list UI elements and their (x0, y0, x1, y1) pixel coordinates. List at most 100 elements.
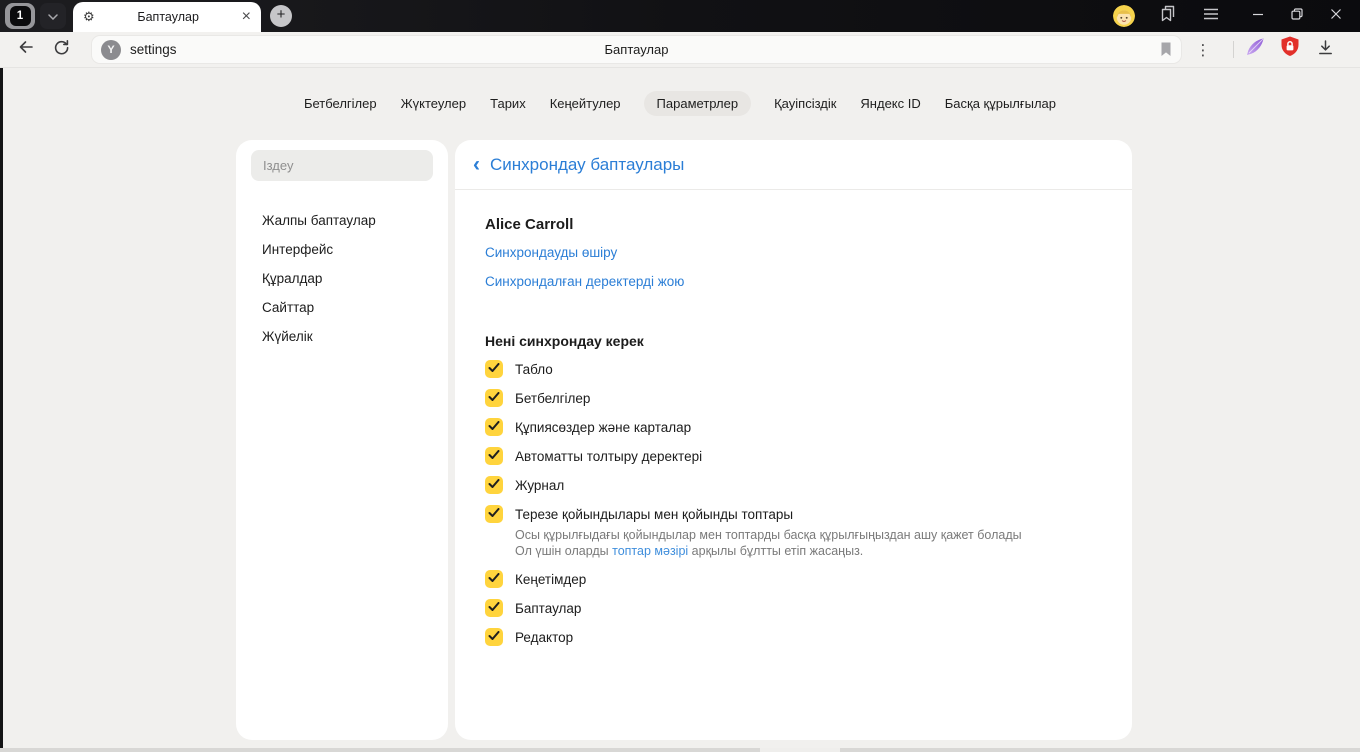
checkmark-icon (488, 505, 500, 523)
feather-icon (1244, 36, 1266, 63)
checkmark-icon (488, 599, 500, 617)
tab-groups-description: Осы құрылғыдағы қойындылар мен топтарды … (515, 527, 1102, 559)
checkbox-row-history: Журнал (485, 476, 1102, 494)
chevron-down-icon (48, 7, 58, 25)
nav-tab-yandex-id[interactable]: Яндекс ID (859, 91, 921, 116)
checkmark-icon (488, 628, 500, 646)
new-tab-button[interactable]: + (270, 5, 292, 27)
checkbox-autofill[interactable] (485, 447, 503, 465)
browser-tab-settings[interactable]: ⚙ Баптаулар × (73, 2, 261, 32)
sidebar-item-tools[interactable]: Құралдар (262, 264, 433, 293)
tab-strip: 1 ⚙ Баптаулар × + (0, 0, 1360, 32)
back-arrow-icon (17, 39, 35, 60)
sidebar-item-sites[interactable]: Сайттар (262, 293, 433, 322)
checkmark-icon (488, 570, 500, 588)
tab-close-button[interactable]: × (242, 9, 251, 25)
checkbox-row-passwords: Құпиясөздер және карталар (485, 418, 1102, 436)
checkmark-icon (488, 418, 500, 436)
checkbox-row-tableau: Табло (485, 360, 1102, 378)
checkbox-label[interactable]: Кеңетімдер (515, 572, 586, 587)
tab-list-chevron-button[interactable] (40, 3, 66, 29)
toolbar-more-button[interactable]: ⋮ (1190, 37, 1216, 63)
minimize-icon (1252, 7, 1264, 25)
sidebar-list: Жалпы баптаулар Интерфейс Құралдар Сайтт… (251, 206, 433, 351)
url-text[interactable]: settings (130, 42, 177, 57)
disable-sync-link[interactable]: Синхрондауды өшіру (485, 244, 1102, 262)
nav-tab-history[interactable]: Тарих (489, 91, 527, 116)
protect-extension-button[interactable] (1277, 36, 1303, 63)
downloads-button[interactable] (1312, 37, 1338, 63)
sidebar-item-system[interactable]: Жүйелік (262, 322, 433, 351)
checkbox-label[interactable]: Терезе қойындылары мен қойынды топтары (515, 507, 793, 522)
sync-settings-header-back[interactable]: ‹ Синхрондау баптаулары (455, 140, 1132, 190)
checkbox-extensions[interactable] (485, 570, 503, 588)
nav-tab-settings[interactable]: Параметрлер (643, 91, 752, 116)
checkbox-settings[interactable] (485, 599, 503, 617)
bookmark-icon (1161, 42, 1171, 56)
nav-tab-downloads[interactable]: Жүктеулер (400, 91, 468, 116)
checkbox-label[interactable]: Табло (515, 362, 553, 377)
bookmarks-panel-button[interactable] (1155, 4, 1179, 28)
sidebar-item-general[interactable]: Жалпы баптаулар (262, 206, 433, 235)
nav-tab-other-devices[interactable]: Басқа құрылғылар (944, 91, 1057, 116)
checkbox-editor[interactable] (485, 628, 503, 646)
gear-icon: ⚙ (83, 9, 95, 24)
restore-button[interactable] (1282, 2, 1312, 30)
sync-settings-panel: ‹ Синхрондау баптаулары Alice Carroll Си… (455, 140, 1132, 740)
nav-tab-security[interactable]: Қауіпсіздік (773, 91, 837, 116)
horizontal-scrollbar-track[interactable] (0, 748, 1360, 752)
yandex-pen-extension-button[interactable] (1242, 37, 1268, 63)
checkbox-row-editor: Редактор (485, 628, 1102, 646)
close-icon (1330, 7, 1342, 25)
sidebar-item-interface[interactable]: Интерфейс (262, 235, 433, 264)
checkbox-label[interactable]: Журнал (515, 478, 564, 493)
checkmark-icon (488, 360, 500, 378)
tab-counter-badge: 1 (9, 6, 31, 26)
delete-synced-data-link[interactable]: Синхрондалған деректерді жою (485, 273, 1102, 291)
back-chevron-icon: ‹ (473, 153, 480, 176)
download-icon (1317, 39, 1334, 61)
search-input[interactable] (251, 150, 433, 181)
horizontal-scrollbar-thumb[interactable] (760, 748, 840, 752)
close-button[interactable] (1321, 2, 1351, 30)
checkbox-label[interactable]: Құпиясөздер және карталар (515, 420, 691, 435)
checkbox-row-extensions: Кеңетімдер (485, 570, 1102, 588)
profile-avatar[interactable] (1113, 5, 1135, 27)
checkbox-tableau[interactable] (485, 360, 503, 378)
menu-button[interactable] (1199, 4, 1223, 28)
checkbox-label[interactable]: Баптаулар (515, 601, 581, 616)
checkbox-bookmarks[interactable] (485, 389, 503, 407)
avatar-face-icon (1113, 5, 1135, 27)
reload-button[interactable] (48, 37, 74, 63)
minimize-button[interactable] (1243, 2, 1273, 30)
account-name: Alice Carroll (485, 216, 574, 233)
kebab-icon: ⋮ (1195, 41, 1211, 59)
bookmark-page-button[interactable] (1160, 42, 1172, 57)
checkbox-row-tab-groups: Терезе қойындылары мен қойынды топтары (485, 505, 1102, 523)
description-line2-prefix: Ол үшін оларды (515, 544, 613, 558)
checkbox-label[interactable]: Автоматты толтыру деректері (515, 449, 702, 464)
checkbox-label[interactable]: Редактор (515, 630, 573, 645)
checkbox-row-autofill: Автоматты толтыру деректері (485, 447, 1102, 465)
nav-tab-bookmarks[interactable]: Бетбелгілер (303, 91, 378, 116)
settings-nav: Бетбелгілер Жүктеулер Тарих Кеңейтулер П… (0, 91, 1360, 116)
checkmark-icon (488, 447, 500, 465)
address-bar[interactable]: Y settings Баптаулар (92, 36, 1181, 63)
checkbox-history[interactable] (485, 476, 503, 494)
back-button[interactable] (13, 37, 39, 63)
site-badge-icon[interactable]: Y (101, 39, 121, 60)
checkbox-label[interactable]: Бетбелгілер (515, 391, 590, 406)
checkbox-passwords[interactable] (485, 418, 503, 436)
sync-settings-title: Синхрондау баптаулары (490, 154, 685, 174)
checkmark-icon (488, 389, 500, 407)
sync-settings-body: Alice Carroll Синхрондауды өшіру Синхрон… (455, 190, 1132, 646)
groups-menu-link[interactable]: топтар мәзірі (612, 544, 688, 558)
bookmarks-icon (1158, 5, 1177, 27)
tab-title: Баптаулар (137, 10, 199, 24)
checkbox-tab-groups[interactable] (485, 505, 503, 523)
browser-toolbar: Y settings Баптаулар ⋮ (0, 32, 1360, 68)
nav-tab-extensions[interactable]: Кеңейтулер (549, 91, 622, 116)
checkbox-row-bookmarks: Бетбелгілер (485, 389, 1102, 407)
reload-icon (53, 39, 70, 61)
tab-counter-button[interactable]: 1 (5, 3, 35, 29)
